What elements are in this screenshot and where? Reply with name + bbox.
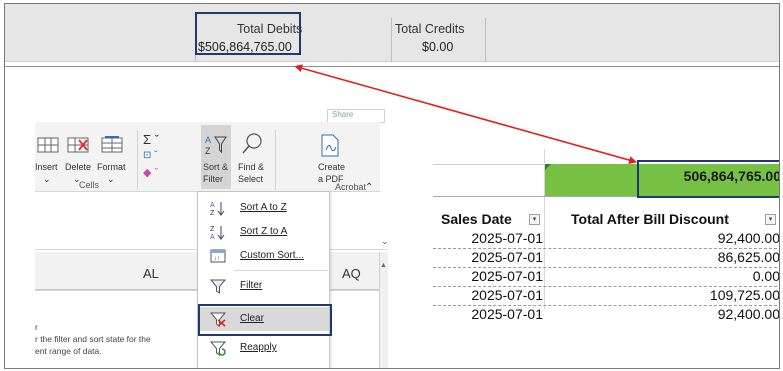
annotation-arrow [294,64,637,164]
screenshot-frame: Total Debits $506,864,765.00 Total Credi… [4,3,780,369]
